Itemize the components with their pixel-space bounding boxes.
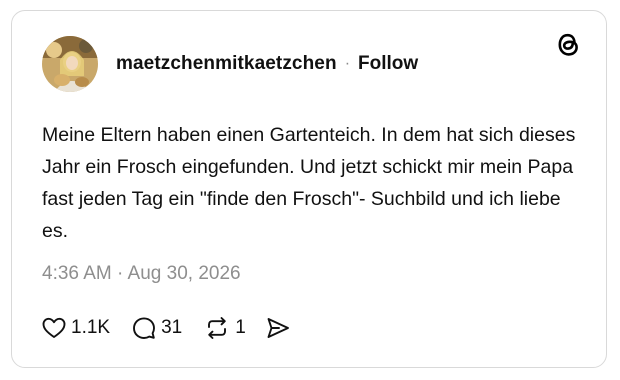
post-text: Meine Eltern haben einen Gartenteich. In… (42, 124, 576, 242)
reply-button[interactable]: 31 (132, 316, 182, 340)
header-separator: · (344, 55, 351, 72)
share-icon (267, 318, 289, 338)
username-link[interactable]: maetzchenmitkaetzchen (116, 53, 337, 75)
heart-icon (42, 317, 66, 338)
post-header: maetzchenmitkaetzchen · Follow (42, 36, 418, 92)
avatar-image (42, 36, 98, 92)
threads-logo-icon[interactable] (555, 30, 581, 58)
comment-icon (133, 317, 156, 339)
reply-count: 31 (161, 317, 183, 338)
share-button[interactable] (266, 317, 290, 339)
action-bar: 1.1K 31 1 (42, 314, 290, 342)
like-button[interactable]: 1.1K (42, 317, 110, 339)
follow-button[interactable]: Follow (358, 53, 418, 75)
like-count: 1.1K (71, 317, 111, 338)
avatar[interactable] (42, 36, 98, 92)
post-timestamp[interactable]: 4:36 AM · Aug 30, 2026 (42, 263, 241, 285)
repost-button[interactable]: 1 (204, 316, 246, 340)
repost-icon (208, 317, 227, 339)
post-card: maetzchenmitkaetzchen · Follow Meine Elt… (11, 10, 607, 368)
repost-count: 1 (235, 317, 246, 338)
